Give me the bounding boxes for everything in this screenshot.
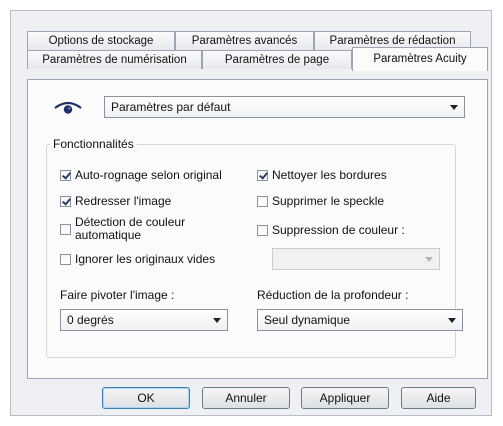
depth-label: Réduction de la profondeur :	[257, 288, 409, 302]
tab-storage-options[interactable]: Options de stockage	[27, 31, 175, 50]
clean-borders-label: Nettoyer les bordures	[272, 168, 387, 182]
straighten-label: Redresser l'image	[75, 194, 172, 208]
dialog-window: Options de stockage Paramètres avancés P…	[10, 10, 492, 416]
tab-acuity-settings[interactable]: Paramètres Acuity	[352, 47, 488, 71]
profile-select-value: Paramètres par défaut	[111, 100, 231, 114]
tab-advanced-settings[interactable]: Paramètres avancés	[175, 31, 314, 50]
checkbox-box[interactable]	[60, 224, 71, 235]
checkbox-box[interactable]	[257, 196, 268, 207]
ok-button[interactable]: OK	[102, 387, 190, 409]
rotate-select[interactable]: 0 degrés	[60, 309, 228, 331]
color-removal-select[interactable]	[272, 248, 440, 270]
chevron-down-icon	[448, 318, 456, 323]
color-detect-line2: automatique	[75, 228, 142, 242]
depth-select-value: Seul dynamique	[264, 313, 351, 327]
checkbox-box[interactable]	[60, 170, 71, 181]
checkbox-box[interactable]	[257, 170, 268, 181]
chevron-down-icon	[450, 105, 458, 110]
clean-borders-checkbox[interactable]: Nettoyer les bordures	[257, 168, 387, 182]
checkbox-box[interactable]	[257, 225, 268, 236]
ignore-blank-label: Ignorer les originaux vides	[75, 252, 216, 266]
eye-icon	[54, 101, 82, 114]
help-button[interactable]: Aide	[401, 387, 476, 409]
apply-button[interactable]: Appliquer	[301, 387, 389, 409]
checkbox-box[interactable]	[60, 196, 71, 207]
tab-scan-settings[interactable]: Paramètres de numérisation	[27, 50, 202, 69]
auto-crop-checkbox[interactable]: Auto-rognage selon original	[60, 168, 222, 182]
color-detect-checkbox[interactable]: Détection de couleur automatique	[60, 216, 185, 242]
ignore-blank-checkbox[interactable]: Ignorer les originaux vides	[60, 252, 215, 266]
color-removal-label: Suppression de couleur :	[272, 223, 405, 237]
color-removal-checkbox[interactable]: Suppression de couleur :	[257, 223, 405, 237]
chevron-down-icon	[425, 257, 433, 262]
color-detect-label: Détection de couleur automatique	[75, 216, 185, 242]
color-detect-line1: Détection de couleur	[75, 215, 186, 229]
rotate-select-value: 0 degrés	[67, 313, 114, 327]
cancel-button[interactable]: Annuler	[202, 387, 290, 409]
profile-select[interactable]: Paramètres par défaut	[104, 96, 465, 118]
depth-select[interactable]: Seul dynamique	[257, 309, 463, 331]
acuity-settings-panel: Paramètres par défaut Fonctionnalités Au…	[27, 79, 488, 379]
remove-speckle-checkbox[interactable]: Supprimer le speckle	[257, 194, 384, 208]
rotate-label: Faire pivoter l'image :	[60, 288, 175, 302]
auto-crop-label: Auto-rognage selon original	[75, 168, 222, 182]
straighten-checkbox[interactable]: Redresser l'image	[60, 194, 171, 208]
checkbox-box[interactable]	[60, 254, 71, 265]
features-legend: Fonctionnalités	[50, 137, 137, 151]
chevron-down-icon	[213, 318, 221, 323]
remove-speckle-label: Supprimer le speckle	[272, 194, 385, 208]
tab-page-settings[interactable]: Paramètres de page	[202, 50, 352, 69]
